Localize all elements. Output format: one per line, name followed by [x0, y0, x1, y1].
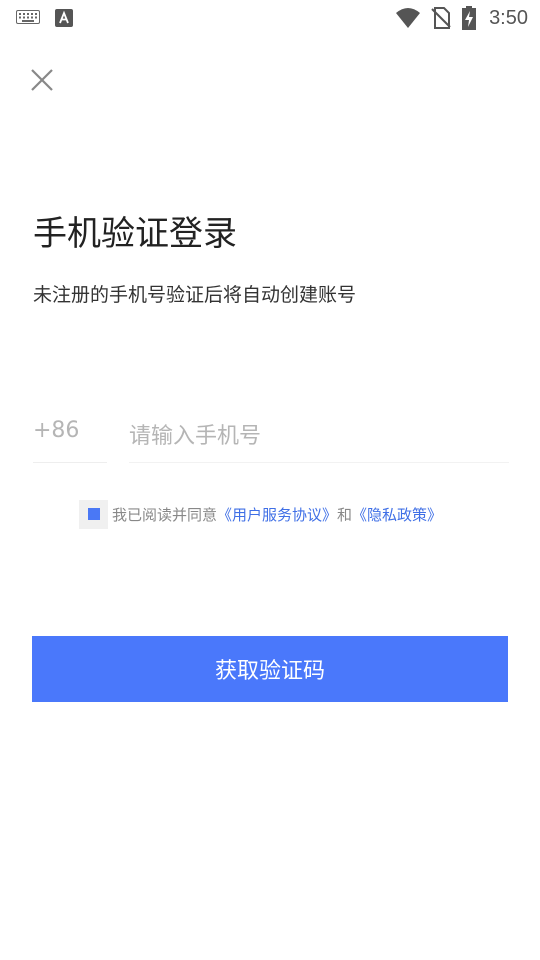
phone-input-underline	[129, 462, 509, 463]
terms-of-service-link[interactable]: 《用户服务协议》	[217, 504, 337, 525]
battery-charging-icon	[462, 6, 477, 30]
agreement-prefix: 我已阅读并同意	[112, 505, 218, 524]
country-code-selector[interactable]: +86	[33, 410, 107, 463]
checkbox-checked-icon	[87, 508, 100, 520]
privacy-policy-link[interactable]: 《隐私政策》	[352, 504, 442, 525]
get-verification-code-button[interactable]: 获取验证码	[32, 636, 508, 702]
agreement-conjunction: 和	[337, 505, 353, 524]
keyboard-icon	[16, 10, 40, 24]
status-time: 3:50	[489, 6, 528, 29]
status-bar: 3:50	[0, 0, 540, 36]
close-button[interactable]	[26, 64, 58, 96]
phone-input[interactable]	[129, 416, 509, 456]
agreement-row: 我已阅读并同意 《用户服务协议》 和 《隐私政策》	[79, 499, 442, 529]
no-sim-icon	[431, 7, 451, 29]
agreement-checkbox[interactable]	[79, 499, 108, 529]
page-title: 手机验证登录	[33, 214, 237, 254]
font-a-icon	[55, 9, 73, 27]
page-subtitle: 未注册的手机号验证后将自动创建账号	[33, 284, 357, 306]
close-icon	[31, 69, 53, 91]
phone-row: +86	[33, 410, 509, 464]
wifi-icon	[396, 8, 421, 28]
